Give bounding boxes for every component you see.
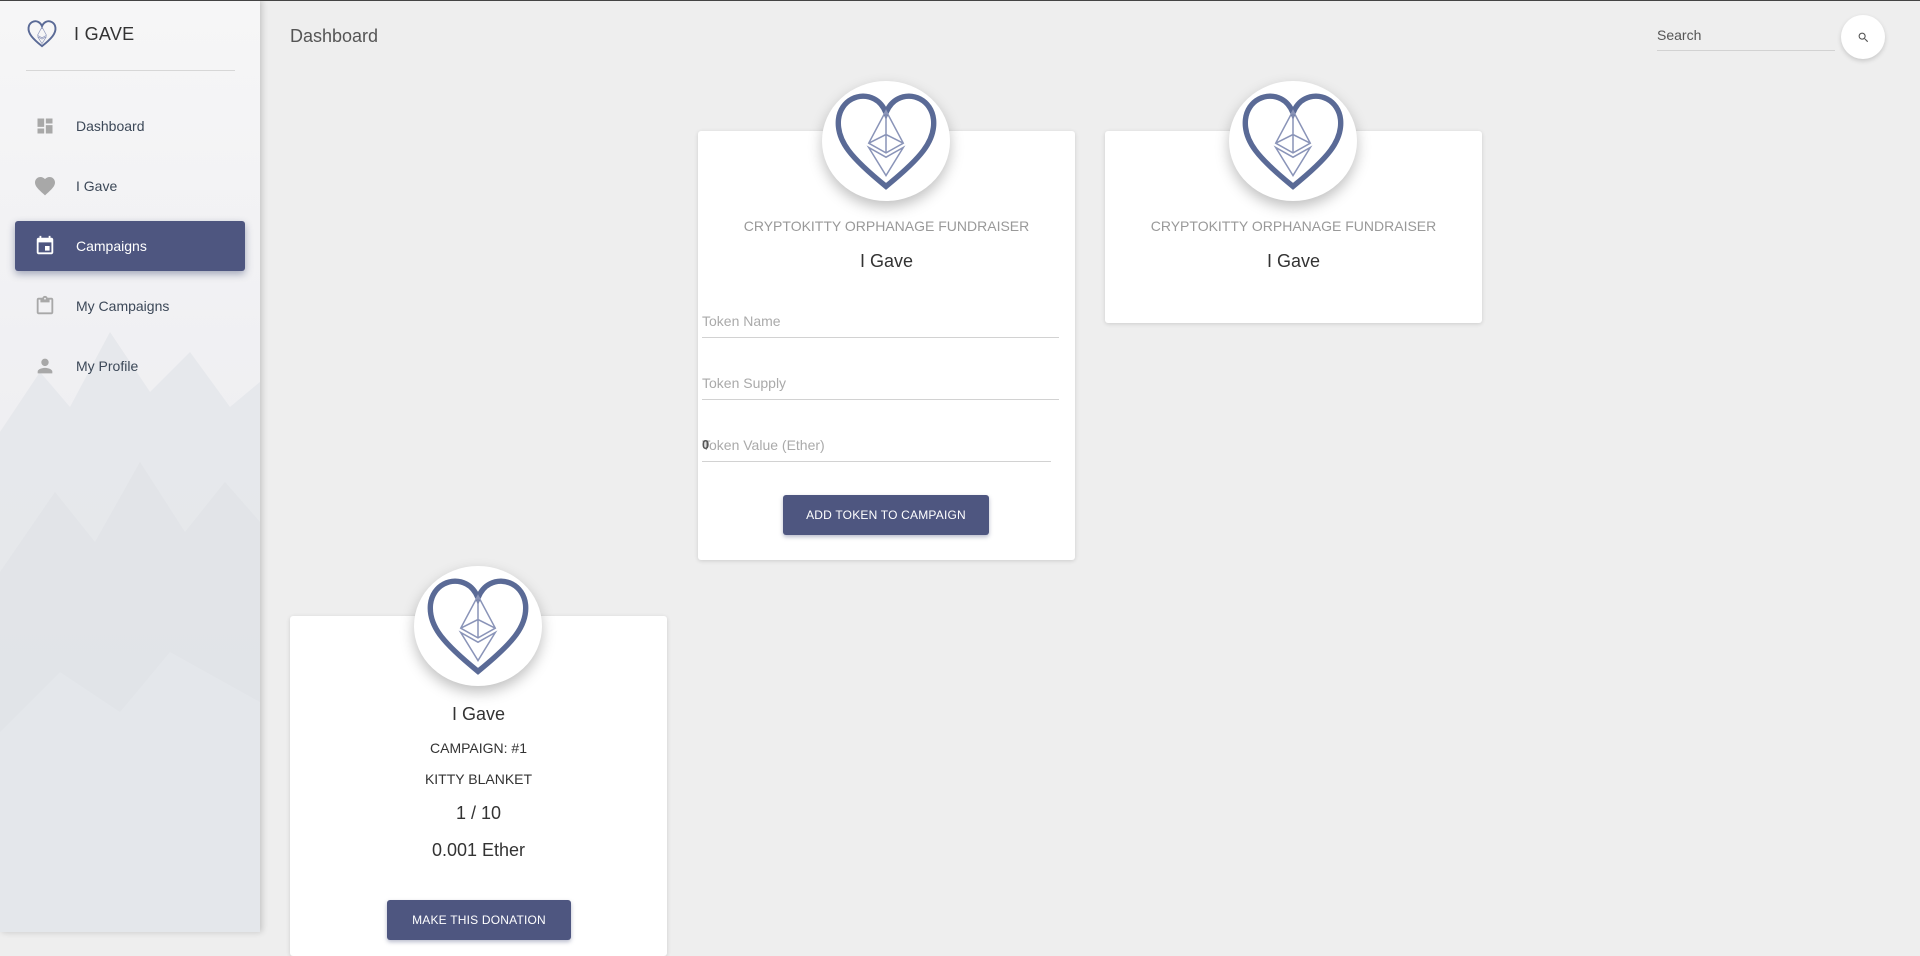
search-input[interactable]	[1657, 22, 1835, 48]
campaign-number: CAMPAIGN: #1	[430, 740, 527, 756]
person-icon	[33, 354, 57, 378]
campaign-card-form: CRYPTOKITTY ORPHANAGE FUNDRAISER I Gave …	[698, 81, 1075, 560]
donation-count: 1 / 10	[455, 803, 502, 823]
window-top-border	[0, 0, 1920, 1]
card-category: CRYPTOKITTY ORPHANAGE FUNDRAISER	[1150, 218, 1437, 234]
sidebar-item-label: My Campaigns	[76, 298, 170, 314]
donation-avatar	[414, 566, 542, 686]
token-value-input[interactable]	[702, 431, 1051, 459]
sidebar-item-label: I Gave	[76, 178, 118, 194]
sidebar-item-label: My Profile	[76, 358, 139, 374]
heart-ethereum-logo-icon	[835, 93, 937, 190]
token-supply-field	[702, 369, 1059, 400]
token-name-field	[702, 307, 1059, 338]
sidebar-item-label: Campaigns	[76, 238, 147, 254]
token-value-field: 0	[702, 431, 1051, 462]
sidebar-item-my-profile[interactable]: My Profile	[15, 341, 245, 391]
search-button[interactable]	[1841, 15, 1885, 59]
card-title: I Gave	[859, 251, 914, 271]
heart-icon	[33, 174, 57, 198]
heart-ethereum-logo-icon	[427, 578, 529, 675]
token-supply-input[interactable]	[702, 369, 1059, 397]
sidebar-item-my-campaigns[interactable]: My Campaigns	[15, 281, 245, 331]
card-title: I Gave	[1266, 251, 1321, 271]
page-title: Dashboard	[290, 26, 379, 46]
sidebar-item-dashboard[interactable]: Dashboard	[15, 101, 245, 151]
donation-card: I Gave CAMPAIGN: #1 KITTY BLANKET 1 / 10…	[290, 566, 667, 956]
brand[interactable]: I GAVE	[26, 18, 135, 50]
sidebar-item-campaigns[interactable]: Campaigns	[15, 221, 245, 271]
token-value-prefix: 0	[702, 437, 710, 452]
make-donation-button[interactable]: MAKE THIS DONATION	[387, 900, 571, 940]
search-field	[1657, 22, 1835, 51]
card-category: CRYPTOKITTY ORPHANAGE FUNDRAISER	[743, 218, 1030, 234]
search-icon	[1858, 32, 1868, 42]
add-token-button[interactable]: ADD TOKEN TO CAMPAIGN	[783, 495, 989, 535]
brand-title: I GAVE	[74, 23, 135, 44]
clipboard-icon	[33, 294, 57, 318]
sidebar-background-image	[0, 332, 260, 932]
sidebar-nav: Dashboard I Gave Campaigns My Campaigns …	[15, 101, 245, 401]
campaign-avatar	[822, 81, 950, 201]
sidebar-item-i-gave[interactable]: I Gave	[15, 161, 245, 211]
donation-item-name: KITTY BLANKET	[424, 771, 533, 787]
sidebar-divider	[26, 70, 235, 71]
calendar-icon	[33, 234, 57, 258]
campaign-avatar	[1229, 81, 1357, 201]
campaign-card: CRYPTOKITTY ORPHANAGE FUNDRAISER I Gave	[1105, 81, 1482, 323]
card-title: I Gave	[451, 704, 506, 724]
heart-ethereum-logo-icon	[1242, 93, 1344, 190]
dashboard-icon	[33, 114, 57, 138]
heart-ethereum-logo-icon	[27, 20, 57, 48]
sidebar: I GAVE Dashboard I Gave Campaigns My Cam…	[0, 0, 260, 932]
token-name-input[interactable]	[702, 307, 1059, 335]
sidebar-item-label: Dashboard	[76, 118, 145, 134]
donation-price: 0.001 Ether	[431, 840, 526, 860]
